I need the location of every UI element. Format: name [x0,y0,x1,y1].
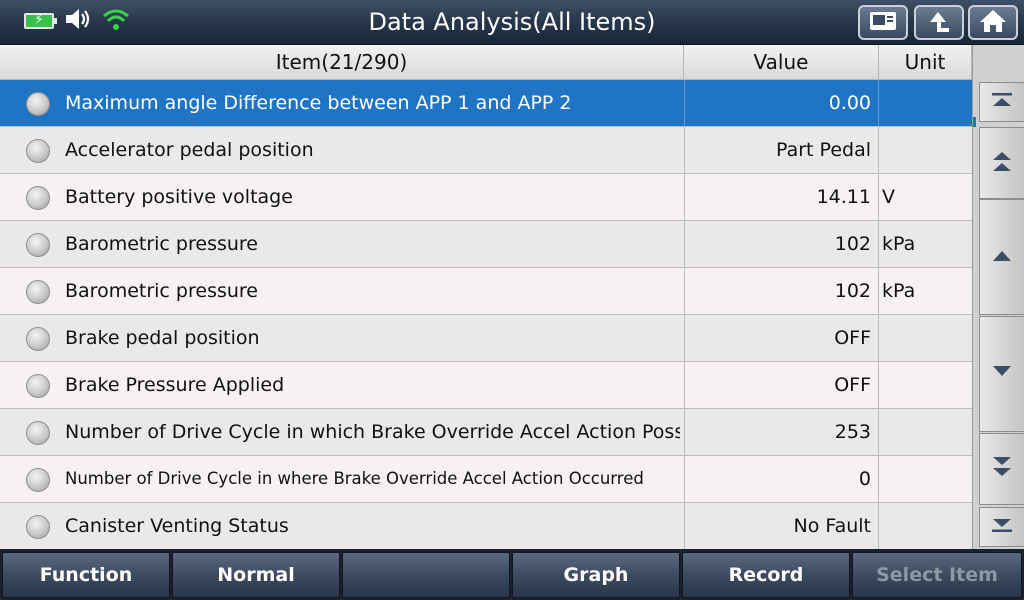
item-name: Battery positive voltage [65,186,293,208]
scroll-bottom-button[interactable] [979,507,1024,547]
item-unit: kPa [882,280,916,302]
item-unit [879,409,972,455]
item-value: 102 [684,221,879,267]
table-row[interactable]: Maximum angle Difference between APP 1 a… [0,80,972,127]
item-value: 0 [684,456,879,502]
line-up-icon [990,247,1014,267]
item-name: Barometric pressure [65,233,258,255]
item-value: 102 [684,268,879,314]
table-row[interactable]: Canister Venting Status No Fault [0,503,972,550]
scroll-position-marker [973,117,976,127]
line-down-icon [990,364,1014,384]
item-unit [879,315,972,361]
radio-button[interactable] [26,515,50,539]
item-name: Number of Drive Cycle in which Brake Ove… [65,421,680,443]
wifi-icon [102,7,130,35]
radio-button[interactable] [26,233,50,257]
scroll-bottom-icon [990,517,1014,537]
radio-button[interactable] [26,92,50,116]
function-button[interactable]: Function [2,552,170,598]
radio-button[interactable] [26,374,50,398]
record-button[interactable]: Record [682,552,850,598]
item-value: OFF [684,362,879,408]
column-header-item[interactable]: Item(21/290) [0,45,684,80]
back-icon [924,8,954,38]
scroll-column [972,45,1024,549]
item-value: 14.11 [684,174,879,220]
table-row[interactable]: Barometric pressure 102 kPa [0,268,972,315]
item-unit: kPa [882,233,916,255]
table-row[interactable]: Battery positive voltage 14.11 V [0,174,972,221]
radio-button[interactable] [26,468,50,492]
table-row[interactable]: Brake pedal position OFF [0,315,972,362]
page-down-button[interactable] [979,433,1024,505]
table-header: Item(21/290) Value Unit [0,45,972,80]
speaker-icon [64,7,92,35]
radio-button[interactable] [26,280,50,304]
table-row[interactable]: Brake Pressure Applied OFF [0,362,972,409]
home-button[interactable] [968,5,1018,40]
item-unit [879,80,972,126]
print-screen-icon [868,10,898,36]
home-icon [978,8,1008,38]
item-value: OFF [684,315,879,361]
column-header-unit[interactable]: Unit [879,45,972,80]
bottom-toolbar: Function Normal Graph Record Select Item [0,549,1024,600]
select-item-button[interactable]: Select Item [852,552,1022,598]
column-header-value[interactable]: Value [684,45,879,80]
radio-button[interactable] [26,327,50,351]
item-name: Canister Venting Status [65,515,289,537]
radio-button[interactable] [26,139,50,163]
graph-button[interactable]: Graph [512,552,680,598]
item-name: Barometric pressure [65,280,258,302]
radio-button[interactable] [26,186,50,210]
line-down-button[interactable] [979,316,1024,432]
item-unit [879,362,972,408]
radio-button[interactable] [26,421,50,445]
item-name: Number of Drive Cycle in where Brake Ove… [65,469,644,488]
page-up-icon [990,148,1014,178]
print-screen-button[interactable] [858,5,908,40]
item-value: 253 [684,409,879,455]
item-name: Brake Pressure Applied [65,374,285,396]
table-row[interactable]: Number of Drive Cycle in which Brake Ove… [0,409,972,456]
item-value: No Fault [684,503,879,549]
table-row[interactable]: Accelerator pedal position Part Pedal [0,127,972,174]
status-icons: ⚡ [24,8,130,34]
battery-charging-icon: ⚡ [24,12,57,29]
scroll-top-icon [990,92,1014,112]
page-title: Data Analysis(All Items) [368,8,656,36]
page-up-button[interactable] [979,127,1024,199]
item-unit [879,127,972,173]
blank-button[interactable] [342,552,510,598]
table-row[interactable]: Number of Drive Cycle in where Brake Ove… [0,456,972,503]
normal-button[interactable]: Normal [172,552,340,598]
item-name: Accelerator pedal position [65,139,314,161]
scroll-top-button[interactable] [979,82,1024,122]
item-name: Maximum angle Difference between APP 1 a… [65,92,572,114]
page-down-icon [990,454,1014,484]
item-value: Part Pedal [684,127,879,173]
title-bar: ⚡ Data Analysis(All Items) [0,0,1024,45]
item-unit [879,456,972,502]
item-name: Brake pedal position [65,327,260,349]
back-button[interactable] [914,5,964,40]
item-unit [879,503,972,549]
data-table: Item(21/290) Value Unit Maximum angle Di… [0,45,972,550]
item-unit: V [882,186,895,208]
line-up-button[interactable] [979,199,1024,315]
item-value: 0.00 [684,80,879,126]
table-row[interactable]: Barometric pressure 102 kPa [0,221,972,268]
